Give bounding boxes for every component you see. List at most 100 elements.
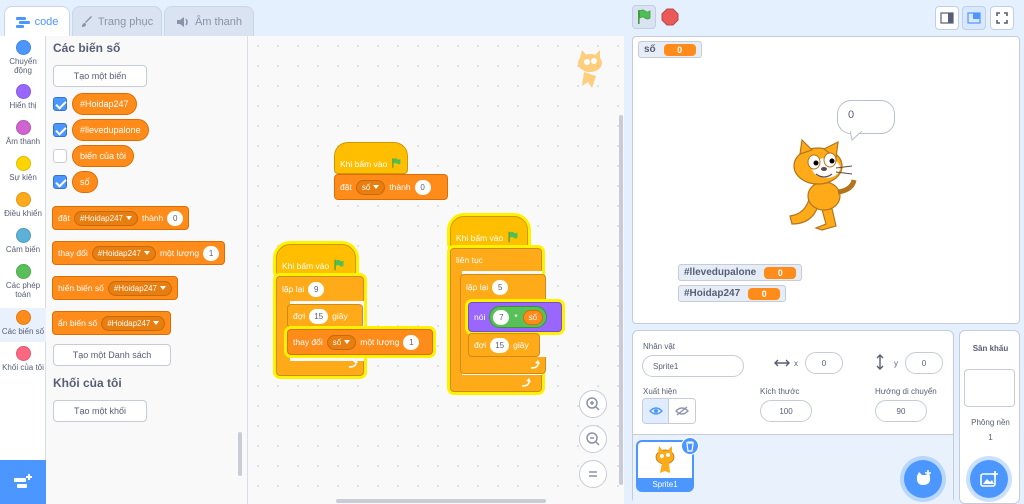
category-control[interactable]: Điều khiển [0, 192, 46, 222]
cat-sprite[interactable] [782, 136, 866, 232]
change-variable-block[interactable]: thay đổi số một lượng 1 [287, 329, 433, 355]
green-flag-button[interactable] [632, 5, 656, 29]
sprite-name-input[interactable]: Sprite1 [642, 355, 744, 377]
backdrops-label: Phông nền [971, 418, 1010, 427]
size-input[interactable]: 100 [760, 400, 812, 422]
var-reporter-hoidap[interactable]: #Hoidap247 [72, 93, 137, 115]
category-motion[interactable]: Chuyển động [0, 40, 46, 78]
category-sensing[interactable]: Cảm biến [0, 228, 46, 258]
when-flag-clicked-hat[interactable]: Khi bấm vào [276, 244, 356, 276]
hide-variable-block[interactable]: ẩn biến số #Hoidap247 [52, 311, 172, 335]
var-reporter-mine[interactable]: biến của tôi [72, 145, 135, 167]
category-myblocks[interactable]: Khối của tôi [0, 346, 46, 376]
var-checkbox-mine[interactable] [53, 149, 67, 163]
change-value-input[interactable]: 1 [403, 334, 420, 350]
set-var-dropdown[interactable]: #Hoidap247 [73, 210, 138, 226]
looks-dot [15, 84, 31, 99]
repeat-word: lặp lại [282, 284, 305, 294]
add-sprite-button[interactable] [904, 460, 942, 498]
wait-seconds-input[interactable]: 15 [309, 308, 329, 324]
make-variable-button[interactable]: Tạo một biến [53, 65, 147, 87]
repeat-times-input[interactable]: 5 [492, 279, 509, 295]
multiply-operator[interactable]: 7 * số [489, 306, 548, 328]
repeat-arrow-icon [530, 360, 540, 369]
size-label: Kích thước [760, 387, 800, 396]
show-var-dropdown[interactable]: #Hoidap247 [107, 280, 172, 296]
eye-icon [648, 407, 663, 415]
tab-costumes[interactable]: Trang phục [72, 6, 162, 36]
zoom-in-button[interactable] [579, 390, 607, 418]
stop-button[interactable] [661, 8, 679, 26]
set-value-input[interactable]: 0 [167, 210, 184, 226]
direction-input[interactable]: 90 [875, 400, 927, 422]
make-list-button[interactable]: Tạo một Danh sách [53, 344, 171, 366]
events-dot [15, 156, 31, 171]
backdrop-thumbnail[interactable] [964, 369, 1015, 407]
operand-left[interactable]: 7 [493, 309, 510, 325]
fullscreen-icon [996, 12, 1008, 24]
tab-sounds[interactable]: Âm thanh [164, 6, 254, 36]
make-block-button[interactable]: Tạo một khối [53, 400, 147, 422]
set-var-name: #Hoidap247 [79, 213, 123, 223]
fullscreen-button[interactable] [990, 6, 1014, 30]
normal-stage-button[interactable] [962, 6, 986, 30]
change-var-dropdown[interactable]: #Hoidap247 [91, 245, 156, 261]
y-input[interactable]: 0 [905, 352, 943, 374]
var-checkbox-hoidap[interactable] [53, 97, 67, 111]
set-variable-block[interactable]: đặt số thành 0 [334, 174, 448, 200]
delete-sprite-button[interactable] [681, 437, 699, 455]
var-name: số [361, 182, 371, 192]
wait-block[interactable]: đợi 15 giây [468, 333, 540, 357]
code-vertical-scrollbar[interactable] [619, 115, 623, 485]
set-var-dropdown[interactable]: số [355, 179, 386, 195]
code-horizontal-scrollbar[interactable] [336, 499, 546, 503]
small-stage-button[interactable] [935, 6, 959, 30]
set-value-input[interactable]: 0 [414, 179, 431, 195]
show-var-name: #Hoidap247 [113, 283, 157, 293]
variables-dot [15, 310, 31, 325]
var-reporter-lleve[interactable]: #llevedupalone [72, 119, 149, 141]
speaker-icon [176, 16, 188, 27]
var-reporter-so[interactable]: số [72, 171, 98, 193]
category-events[interactable]: Sự kiện [0, 156, 46, 186]
when-flag-clicked-hat[interactable]: Khi bấm vào [334, 142, 408, 174]
add-backdrop-button[interactable] [970, 460, 1008, 498]
var-name: số [332, 337, 342, 347]
sound-dot [15, 120, 31, 135]
change-var-dropdown[interactable]: số [326, 334, 357, 350]
x-label: x [794, 359, 798, 368]
var-checkbox-so[interactable] [53, 175, 67, 189]
wait-seconds-input[interactable]: 15 [490, 337, 510, 353]
when-flag-clicked-hat[interactable]: Khi bấm vào [450, 216, 528, 248]
monitor-label: số [644, 44, 656, 55]
repeat-header[interactable]: lặp lại 5 [461, 275, 545, 299]
repeat-times-input[interactable]: 9 [308, 281, 325, 297]
wait-block[interactable]: đợi 15 giây [287, 304, 363, 328]
zoom-reset-button[interactable] [579, 460, 607, 488]
category-label: Điều khiển [4, 209, 42, 218]
change-variable-block[interactable]: thay đổi #Hoidap247 một lượng 1 [52, 241, 226, 265]
category-variables[interactable]: Các biến số [0, 308, 46, 342]
show-button[interactable] [643, 399, 670, 423]
show-variable-block[interactable]: hiển biến số #Hoidap247 [52, 276, 178, 300]
change-value-input[interactable]: 1 [203, 245, 220, 261]
category-sound[interactable]: Âm thanh [0, 120, 46, 150]
repeat-header[interactable]: lặp lại 9 [277, 277, 363, 301]
forever-header[interactable]: liên tục [451, 249, 541, 271]
category-operators[interactable]: Các phép toán [0, 264, 46, 304]
tab-code[interactable]: code [4, 6, 70, 37]
hide-var-dropdown[interactable]: #Hoidap247 [101, 315, 166, 331]
zoom-out-button[interactable] [579, 425, 607, 453]
palette-scrollbar[interactable] [238, 432, 242, 476]
caret-icon [344, 340, 351, 344]
var-checkbox-lleve[interactable] [53, 123, 67, 137]
add-extension-button[interactable] [0, 460, 46, 504]
category-looks[interactable]: Hiển thị [0, 84, 46, 114]
set-variable-block[interactable]: đặt #Hoidap247 thành 0 [52, 206, 190, 230]
x-input[interactable]: 0 [805, 352, 843, 374]
hide-button[interactable] [669, 399, 695, 423]
operand-right-variable[interactable]: số [522, 309, 544, 325]
caret-icon [373, 185, 380, 189]
say-block[interactable]: nói 7 * số [468, 302, 562, 332]
monitor-lleve: #llevedupalone 0 [678, 264, 803, 281]
